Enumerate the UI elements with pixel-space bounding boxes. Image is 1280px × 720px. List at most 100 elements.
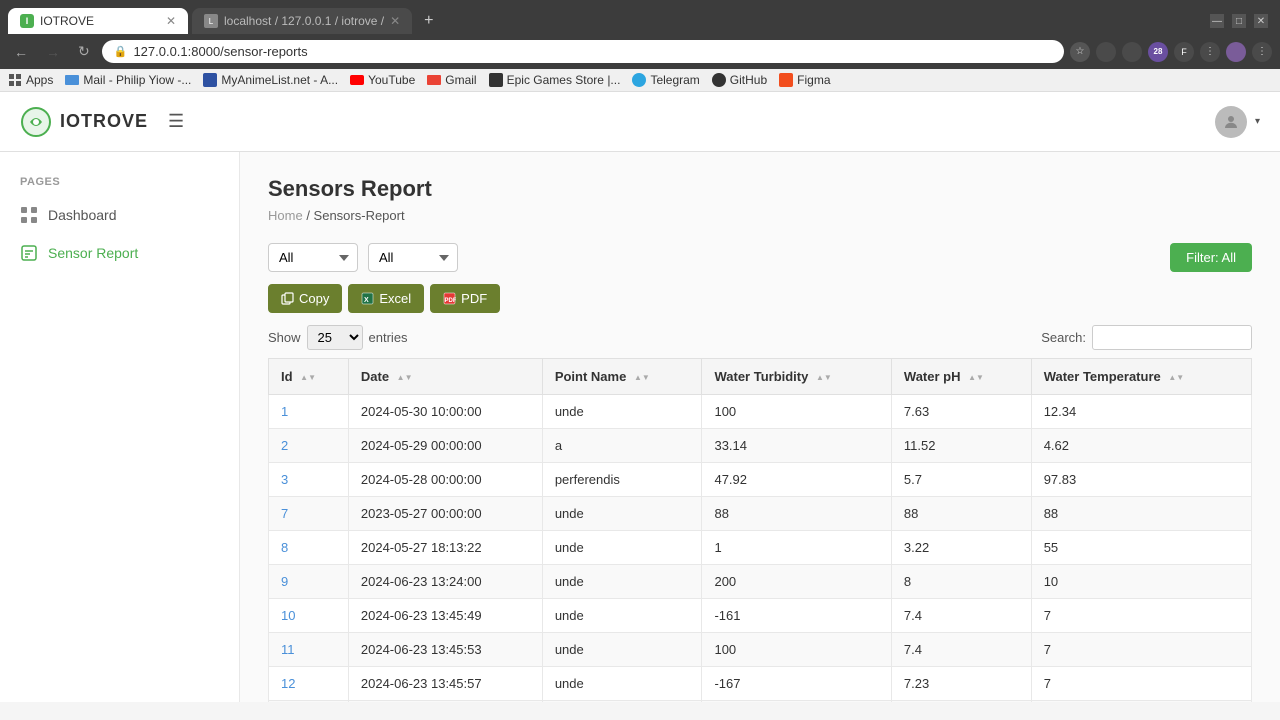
cell-id[interactable]: 7 (269, 497, 349, 531)
filter-select-1[interactable]: All (268, 243, 358, 272)
cell-water-ph: 7.4 (891, 599, 1031, 633)
sidebar: PAGES Dashboard (0, 152, 240, 702)
cell-id[interactable]: 11 (269, 633, 349, 667)
address-bar[interactable]: 🔒 127.0.0.1:8000/sensor-reports (102, 40, 1064, 63)
inactive-tab-title: localhost / 127.0.0.1 / iotrove / (224, 14, 384, 28)
minimize-button[interactable]: — (1210, 14, 1224, 28)
copy-button[interactable]: Copy (268, 284, 342, 313)
youtube-bookmark-label: YouTube (368, 73, 415, 87)
active-tab-title: IOTROVE (40, 14, 156, 28)
figma-bookmark-label: Figma (797, 73, 830, 87)
reload-button[interactable]: ↻ (72, 41, 96, 62)
mail-bookmark-label: Mail - Philip Yiow -... (83, 73, 191, 87)
inactive-tab[interactable]: L localhost / 127.0.0.1 / iotrove / ✕ (192, 8, 412, 34)
cell-water-turbidity: 100 (702, 395, 891, 429)
column-header-water-ph[interactable]: Water pH ▲▼ (891, 359, 1031, 395)
epic-bookmark-label: Epic Games Store |... (507, 73, 621, 87)
column-header-point-name[interactable]: Point Name ▲▼ (542, 359, 702, 395)
cell-water-temperature: 7 (1031, 667, 1251, 701)
cell-water-ph: 7.63 (891, 395, 1031, 429)
cell-water-ph: 7.14 (891, 701, 1031, 703)
cell-water-turbidity: -161 (702, 599, 891, 633)
forward-button[interactable]: → (40, 42, 66, 62)
mal-icon (203, 73, 217, 87)
extensions-button[interactable]: ⋮ (1200, 42, 1220, 62)
active-tab[interactable]: I IOTROVE ✕ (8, 8, 188, 34)
column-header-water-turbidity[interactable]: Water Turbidity ▲▼ (702, 359, 891, 395)
cell-id[interactable]: 3 (269, 463, 349, 497)
cell-date: 2024-06-23 13:45:53 (348, 633, 542, 667)
bookmark-telegram[interactable]: Telegram (632, 73, 699, 87)
column-header-date[interactable]: Date ▲▼ (348, 359, 542, 395)
extension-icon-1[interactable] (1096, 42, 1116, 62)
bookmark-mail[interactable]: Mail - Philip Yiow -... (65, 73, 191, 87)
copy-button-label: Copy (299, 291, 329, 306)
column-header-water-temperature[interactable]: Water Temperature ▲▼ (1031, 359, 1251, 395)
maximize-button[interactable]: □ (1232, 14, 1246, 28)
bookmark-apps[interactable]: Apps (8, 73, 53, 87)
cell-id[interactable]: 13 (269, 701, 349, 703)
cell-date: 2024-06-23 13:45:49 (348, 599, 542, 633)
apps-bookmark-label: Apps (26, 73, 53, 87)
bookmark-star-icon[interactable]: ☆ (1070, 42, 1090, 62)
cell-id[interactable]: 8 (269, 531, 349, 565)
sidebar-item-sensor-report[interactable]: Sensor Report (0, 234, 239, 272)
bookmark-myanime[interactable]: MyAnimeList.net - A... (203, 73, 338, 87)
close-window-button[interactable]: ✕ (1254, 14, 1268, 28)
cell-water-temperature: 4.62 (1031, 429, 1251, 463)
excel-button[interactable]: X Excel (348, 284, 424, 313)
profile-button[interactable] (1226, 42, 1246, 62)
cell-id[interactable]: 9 (269, 565, 349, 599)
filter-all-button[interactable]: Filter: All (1170, 243, 1252, 272)
sidebar-item-dashboard[interactable]: Dashboard (0, 196, 239, 234)
tab-close-icon[interactable]: ✕ (166, 14, 176, 28)
cell-id[interactable]: 1 (269, 395, 349, 429)
page-content: Sensors Report Home / Sensors-Report All… (240, 152, 1280, 702)
column-header-id[interactable]: Id ▲▼ (269, 359, 349, 395)
cell-water-ph: 7.4 (891, 633, 1031, 667)
entries-select[interactable]: 25 10 50 100 (307, 325, 363, 350)
breadcrumb-home-link[interactable]: Home (268, 208, 303, 223)
pdf-button[interactable]: PDF PDF (430, 284, 500, 313)
new-tab-button[interactable]: + (416, 8, 441, 34)
chrome-menu-button[interactable]: ⋮ (1252, 42, 1272, 62)
cell-id[interactable]: 2 (269, 429, 349, 463)
table-row: 32024-05-28 00:00:00perferendis47.925.79… (269, 463, 1252, 497)
extension-icon-4[interactable]: F (1174, 42, 1194, 62)
cell-point-name: a (542, 429, 702, 463)
inactive-tab-close-icon[interactable]: ✕ (390, 14, 400, 28)
user-dropdown-caret[interactable]: ▾ (1255, 116, 1260, 127)
table-header: Id ▲▼ Date ▲▼ Point Name ▲▼ Water Turbid… (269, 359, 1252, 395)
bookmark-epic[interactable]: Epic Games Store |... (489, 73, 621, 87)
filter-select-2[interactable]: All (368, 243, 458, 272)
cell-point-name: unde (542, 667, 702, 701)
extension-icon-2[interactable] (1122, 42, 1142, 62)
bookmark-github[interactable]: GitHub (712, 73, 767, 87)
cell-water-turbidity: 33.14 (702, 429, 891, 463)
user-avatar[interactable] (1215, 106, 1247, 138)
cell-water-turbidity: -167 (702, 667, 891, 701)
back-button[interactable]: ← (8, 42, 34, 62)
cell-id[interactable]: 10 (269, 599, 349, 633)
cell-date: 2024-05-30 10:00:00 (348, 395, 542, 429)
breadcrumb-separator: / (306, 208, 313, 223)
hamburger-button[interactable]: ☰ (168, 111, 184, 132)
table-body: 12024-05-30 10:00:00unde1007.6312.342202… (269, 395, 1252, 703)
cell-id[interactable]: 12 (269, 667, 349, 701)
extension-icon-3[interactable]: 28 (1148, 42, 1168, 62)
cell-point-name: unde (542, 565, 702, 599)
water-temp-sort-icons: ▲▼ (1168, 374, 1184, 382)
search-input[interactable] (1092, 325, 1252, 350)
myanime-bookmark-label: MyAnimeList.net - A... (221, 73, 338, 87)
cell-water-temperature: 10 (1031, 565, 1251, 599)
bookmark-youtube[interactable]: YouTube (350, 73, 415, 87)
bookmark-gmail[interactable]: Gmail (427, 73, 476, 87)
url-display: 127.0.0.1:8000/sensor-reports (133, 44, 1052, 59)
id-sort-icons: ▲▼ (300, 374, 316, 382)
excel-button-label: Excel (379, 291, 411, 306)
bookmark-figma[interactable]: Figma (779, 73, 830, 87)
top-nav: IOTROVE ☰ ▾ (0, 92, 1280, 152)
epic-icon (489, 73, 503, 87)
entries-label: entries (369, 330, 408, 345)
cell-water-ph: 5.7 (891, 463, 1031, 497)
